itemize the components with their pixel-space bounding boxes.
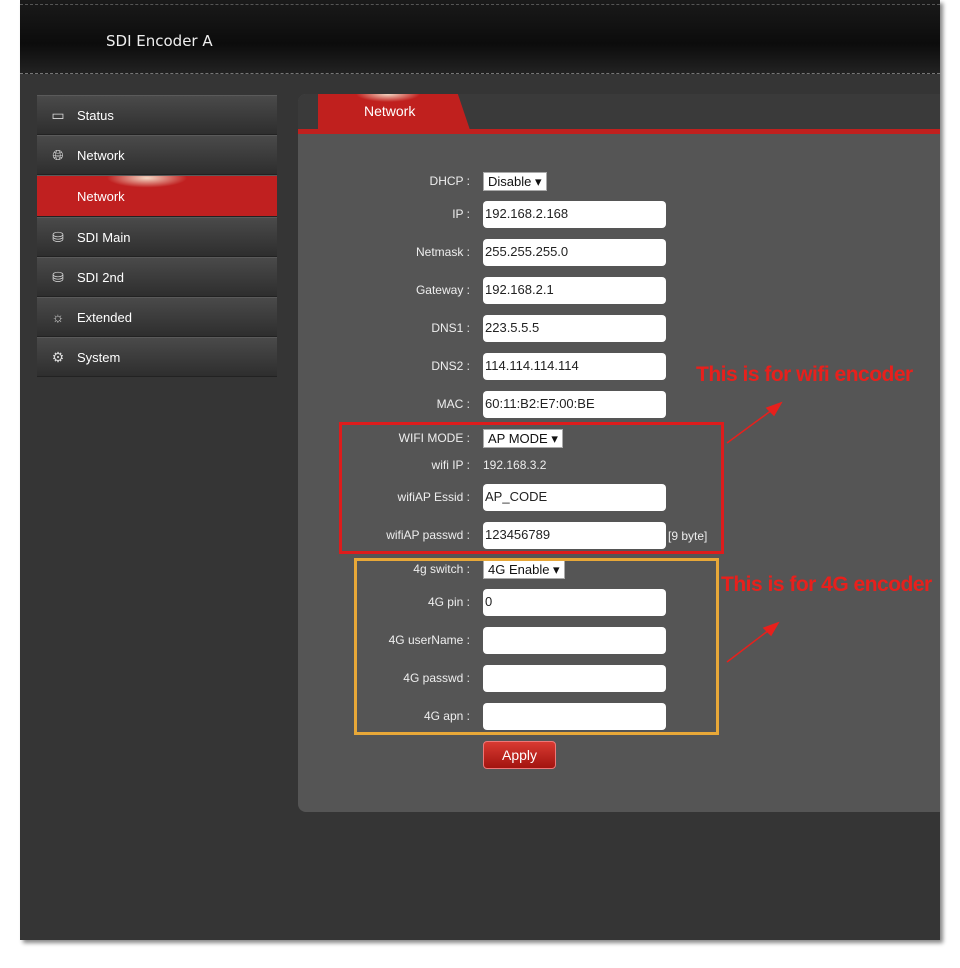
4g-arrow [726,626,774,663]
wifi-arrow [726,406,777,444]
annotation-arrows [726,401,783,663]
4g-arrowhead [762,621,780,637]
wifi-arrowhead [765,401,783,417]
